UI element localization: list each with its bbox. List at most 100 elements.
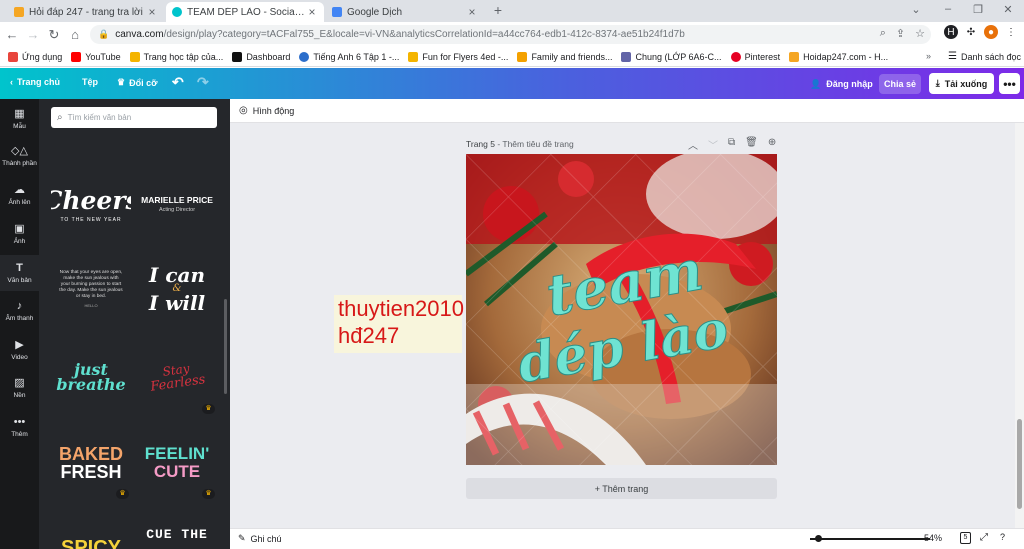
more-options-button[interactable]: ••• xyxy=(999,73,1020,94)
restore-icon[interactable]: ❐ xyxy=(970,3,986,16)
bookmark-apps[interactable]: Ứng dụng xyxy=(8,51,62,62)
fullscreen-icon[interactable]: ⤢ xyxy=(980,532,988,543)
text-template-cheers[interactable]: Cheers TO THE NEW YEAR xyxy=(51,174,131,234)
close-tab-icon[interactable]: × xyxy=(146,5,158,19)
rail-item-templates[interactable]: ▦ Mẫu xyxy=(0,107,39,130)
template-text: breathe xyxy=(56,374,126,394)
bookmark-dashboard[interactable]: Dashboard xyxy=(232,51,290,62)
download-icon: ⤓ xyxy=(935,78,940,88)
duplicate-page-icon[interactable]: ⧉ xyxy=(728,137,735,152)
text-template-spicy[interactable]: SPICY xyxy=(51,529,131,549)
new-tab-button[interactable]: + xyxy=(490,2,506,18)
zoom-percentage[interactable]: 54% xyxy=(924,533,942,543)
upload-icon: ☁ xyxy=(14,184,25,196)
animate-button[interactable]: Hình động xyxy=(253,106,295,116)
notes-button[interactable]: ✎ Ghi chú xyxy=(238,533,282,544)
bookmark-family-friends[interactable]: Family and friends... xyxy=(517,51,612,62)
profile-avatar-icon[interactable]: ● xyxy=(984,25,998,39)
reload-icon[interactable]: ↻ xyxy=(45,27,63,43)
rail-item-uploads[interactable]: ☁ Ảnh lên xyxy=(0,183,39,206)
text-template-paragraph[interactable]: Now that your eyes are open, make the su… xyxy=(51,259,131,319)
add-page-icon[interactable]: ⊕ xyxy=(768,137,776,152)
browser-tab-hoidap[interactable]: Hỏi đáp 247 - trang tra lời × xyxy=(8,2,164,22)
rail-label: Nền xyxy=(13,392,26,399)
text-template-ican-iwill[interactable]: I can & I will xyxy=(137,259,217,319)
premium-crown-icon: ♛ xyxy=(116,489,129,499)
rail-item-photos[interactable]: ▣ Ảnh xyxy=(0,222,39,245)
close-tab-icon[interactable]: × xyxy=(466,5,478,19)
undo-icon[interactable]: ↶ xyxy=(172,74,184,91)
close-window-icon[interactable]: ✕ xyxy=(1000,3,1016,16)
minimize-icon[interactable]: – xyxy=(940,3,956,15)
add-page-button[interactable]: + Thêm trang xyxy=(466,478,777,499)
download-button[interactable]: ⤓ Tải xuống xyxy=(929,73,994,94)
bookmarks-overflow-button[interactable]: » xyxy=(926,51,931,61)
text-template-marielle[interactable]: MARIELLE PRICE Acting Director xyxy=(137,174,217,234)
bookmark-favicon-icon xyxy=(517,51,528,62)
bookmark-fun-for-flyers[interactable]: Fun for Flyers 4ed -... xyxy=(408,51,508,62)
zoom-slider-knob[interactable] xyxy=(814,535,822,542)
bookmark-tieng-anh[interactable]: Tiếng Anh 6 Tập 1 -... xyxy=(299,51,399,62)
template-text: HELLO xyxy=(84,303,98,308)
workspace-scrollbar[interactable] xyxy=(1015,123,1024,533)
zoom-slider[interactable] xyxy=(810,535,930,542)
rail-item-audio[interactable]: ♪ Âm thanh xyxy=(0,299,39,322)
address-bar[interactable]: 🔒 canva.com/design/play?category=tACFal7… xyxy=(90,25,931,44)
bookmark-teams-class[interactable]: Chung (LỚP 6A6-C... xyxy=(621,51,722,62)
text-template-just-breathe[interactable]: just breathe xyxy=(51,347,131,407)
text-template-feelin-cute[interactable]: FEELIN' CUTE xyxy=(137,433,217,493)
reading-list-button[interactable]: ☰ Danh sách đọc xyxy=(948,51,1021,62)
extensions-puzzle-icon[interactable]: ✣ xyxy=(964,25,978,39)
design-page[interactable]: team dép lào xyxy=(466,154,777,465)
back-icon[interactable]: ← xyxy=(3,27,21,42)
home-button[interactable]: ‹ Trang chủ xyxy=(10,77,60,87)
page-count-button[interactable]: 5 xyxy=(960,532,971,544)
move-page-up-icon[interactable]: ︿ xyxy=(688,137,698,152)
bookmark-youtube[interactable]: YouTube xyxy=(71,51,121,62)
redo-icon[interactable]: ↷ xyxy=(197,74,209,91)
close-tab-icon[interactable]: × xyxy=(306,5,318,19)
rail-label: Âm thanh xyxy=(5,315,34,322)
browser-tab-canva[interactable]: TEAM DÉP LÀO - Social Media × xyxy=(166,2,324,22)
editor-side-rail: ▦ Mẫu ◇△ Thành phần ☁ Ảnh lên ▣ Ảnh T Văn bản… xyxy=(0,99,39,549)
url-host: canva.com xyxy=(115,29,164,40)
text-template-stay-fearless[interactable]: Stay Fearless xyxy=(133,342,221,413)
share-button[interactable]: Chia sẻ xyxy=(879,74,921,94)
bookmark-hoidap247[interactable]: Hoidap247.com - H... xyxy=(789,51,888,62)
scrollbar-thumb[interactable] xyxy=(1017,419,1022,509)
bookmark-favicon-icon xyxy=(232,51,243,62)
extension-h-icon[interactable]: H xyxy=(944,25,958,39)
file-menu-button[interactable]: Tệp xyxy=(82,77,98,87)
home-icon[interactable]: ⌂ xyxy=(66,27,84,42)
text-search-input[interactable]: ⌕ Tìm kiếm văn bản xyxy=(51,107,217,128)
apps-grid-icon xyxy=(8,51,18,62)
panel-scrollbar[interactable] xyxy=(224,299,227,394)
page-title-label[interactable]: Trang 5 - Thêm tiêu đề trang xyxy=(466,139,574,149)
teams-icon xyxy=(621,51,632,62)
browser-toolbar: ← → ↻ ⌂ 🔒 canva.com/design/play?category… xyxy=(0,22,1024,47)
rail-item-background[interactable]: ▨ Nền xyxy=(0,376,39,399)
browser-tab-google-translate[interactable]: Google Dịch × xyxy=(326,2,484,22)
bookmark-trang-hoc-tap[interactable]: Trang học tập của... xyxy=(129,51,223,62)
template-text: Acting Director xyxy=(158,207,196,213)
resize-button[interactable]: ♛ Đổi cỡ xyxy=(117,77,157,88)
bookmark-favicon-icon xyxy=(299,51,310,62)
template-text: Cheers xyxy=(51,185,131,215)
rail-item-elements[interactable]: ◇△ Thành phần xyxy=(0,144,39,167)
tab-search-icon[interactable]: ⌄ xyxy=(908,3,924,16)
forward-icon[interactable]: → xyxy=(24,27,42,42)
browser-menu-icon[interactable]: ⋮ xyxy=(1004,25,1018,39)
text-template-cue-the[interactable]: CUE THE xyxy=(137,523,217,549)
help-icon[interactable]: ? xyxy=(1000,532,1005,542)
login-button[interactable]: 👤 Đăng nhập xyxy=(805,74,878,94)
share-page-icon[interactable]: ⇪ xyxy=(896,27,905,40)
rail-item-text[interactable]: T Văn bản xyxy=(0,255,39,291)
move-page-down-icon[interactable]: ﹀ xyxy=(708,137,718,152)
rail-item-video[interactable]: ▶ Video xyxy=(0,338,39,361)
bookmark-pinterest[interactable]: Pinterest xyxy=(730,51,780,62)
bookmark-star-icon[interactable]: ☆ xyxy=(915,27,925,40)
zoom-lens-icon[interactable]: ⌕ xyxy=(880,27,886,40)
text-template-baked-fresh[interactable]: BAKED FRESH xyxy=(51,433,131,493)
rail-item-more[interactable]: ••• Thêm xyxy=(0,415,39,438)
delete-page-icon[interactable]: 🗑 xyxy=(745,137,758,152)
